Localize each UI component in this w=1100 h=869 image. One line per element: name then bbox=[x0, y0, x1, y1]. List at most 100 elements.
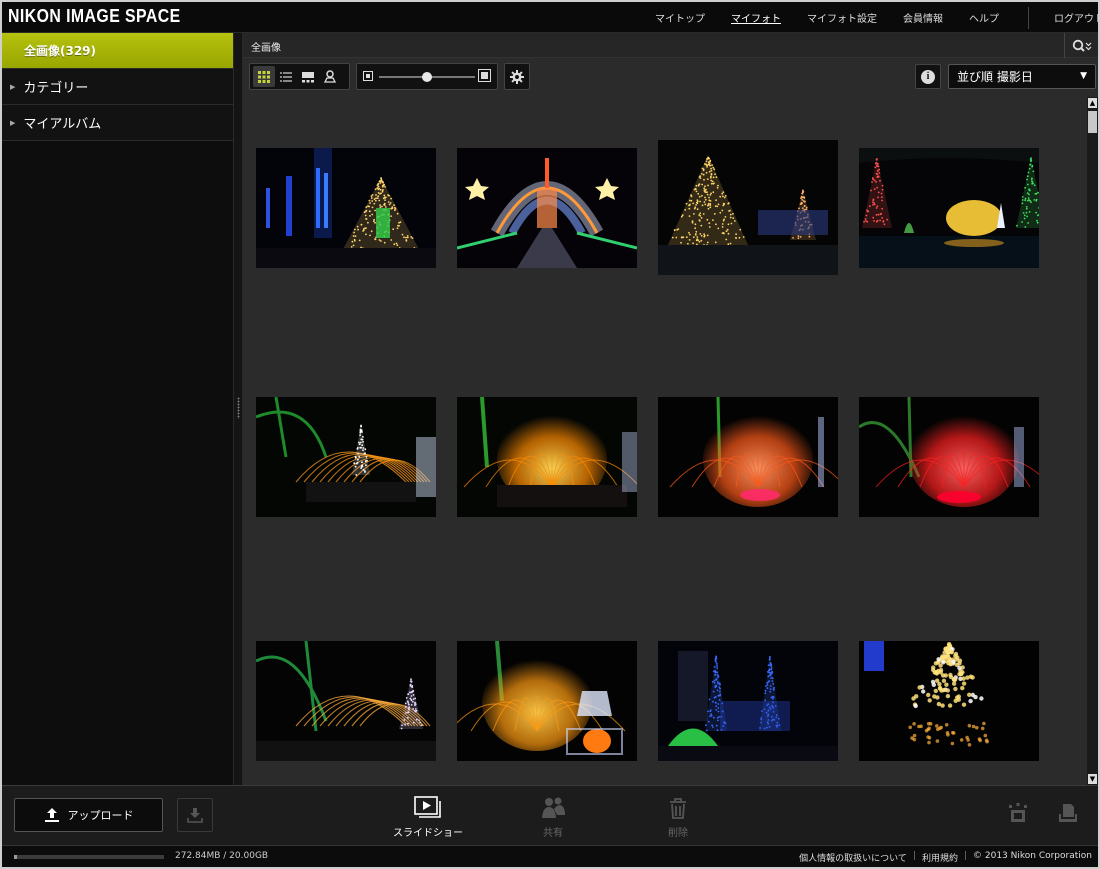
nav-my-top[interactable]: マイトップ bbox=[642, 10, 718, 25]
view-mode-group bbox=[249, 63, 350, 90]
map-view-button[interactable] bbox=[319, 66, 341, 87]
nav-member-info[interactable]: 会員情報 bbox=[890, 10, 956, 25]
nav-my-photo[interactable]: マイフォト bbox=[718, 10, 794, 25]
photo-bokeh-tree-reflection[interactable] bbox=[859, 641, 1039, 761]
sidebar-item-category[interactable]: ▶ カテゴリー bbox=[2, 69, 233, 105]
delete-button[interactable]: 削除 bbox=[643, 794, 713, 839]
share-icon bbox=[542, 797, 565, 818]
breadcrumb: 全画像 bbox=[251, 43, 281, 54]
sidebar-item-label: 全画像(329) bbox=[24, 44, 97, 58]
logout-link[interactable]: ログアウト bbox=[1041, 10, 1100, 25]
list-view-button[interactable] bbox=[275, 66, 297, 87]
share-button[interactable]: 共有 bbox=[518, 794, 588, 839]
upload-icon bbox=[44, 808, 59, 822]
sidebar-splitter[interactable] bbox=[233, 33, 243, 785]
small-thumbnail-icon bbox=[363, 71, 373, 81]
nav-divider bbox=[1028, 6, 1029, 29]
vertical-scrollbar[interactable]: ▲ ▼ bbox=[1087, 97, 1098, 785]
info-button[interactable]: i bbox=[915, 64, 941, 89]
sidebar-item-my-album[interactable]: ▶ マイアルバム bbox=[2, 105, 233, 141]
download-icon bbox=[187, 808, 203, 823]
photo-light-tunnel-stars[interactable] bbox=[457, 148, 637, 268]
photo-image bbox=[658, 641, 838, 761]
thumbnail-size-slider-group bbox=[356, 63, 498, 90]
scroll-down-arrow-icon[interactable]: ▼ bbox=[1088, 774, 1097, 784]
photo-fountain-orange-arcs[interactable] bbox=[256, 397, 436, 517]
sidebar-item-label: カテゴリー bbox=[23, 81, 89, 96]
filmstrip-view-icon bbox=[302, 71, 314, 82]
sidebar-item-all-images[interactable]: 全画像(329) bbox=[2, 33, 233, 69]
scroll-up-arrow-icon[interactable]: ▲ bbox=[1088, 98, 1097, 108]
photo-fountain-red-orange[interactable] bbox=[658, 397, 838, 517]
share-label: 共有 bbox=[543, 828, 563, 839]
photo-image bbox=[256, 397, 436, 517]
settings-button[interactable] bbox=[504, 63, 530, 90]
nav-my-photo-settings[interactable]: マイフォト設定 bbox=[794, 10, 890, 25]
slideshow-label: スライドショー bbox=[393, 828, 463, 839]
expand-triangle-icon: ▶ bbox=[10, 118, 16, 127]
sidebar-item-label: マイアルバム bbox=[23, 117, 102, 132]
top-navigation: マイトップ マイフォト マイフォト設定 会員情報 ヘルプ ログアウト bbox=[642, 2, 1100, 33]
storage-usage-bar bbox=[14, 855, 164, 859]
storage-usage-fill bbox=[14, 855, 17, 859]
action-bar: アップロード スライドショー 共有 削除 bbox=[2, 785, 1098, 845]
app-window: NIKON IMAGE SPACE マイトップ マイフォト マイフォト設定 会員… bbox=[0, 0, 1100, 869]
download-button[interactable] bbox=[177, 798, 213, 832]
right-tool-icons bbox=[1008, 802, 1078, 824]
select-all-icon[interactable] bbox=[1008, 802, 1028, 824]
photo-grid bbox=[243, 97, 1086, 785]
footer-links: 個人情報の取扱いについて | 利用規約 | © 2013 Nikon Corpo… bbox=[799, 851, 1092, 864]
drag-grip-icon bbox=[237, 397, 240, 419]
sort-order-label: 並び順 撮影日 bbox=[957, 70, 1033, 84]
terms-of-use-link[interactable]: 利用規約 bbox=[922, 851, 958, 864]
storage-usage-text: 272.84MB / 20.00GB bbox=[175, 851, 269, 861]
slider-knob[interactable] bbox=[422, 72, 432, 82]
expand-triangle-icon: ▶ bbox=[10, 82, 16, 91]
photo-fountain-orange-burst[interactable] bbox=[457, 397, 637, 517]
photo-image bbox=[658, 140, 838, 275]
slideshow-icon bbox=[414, 796, 441, 818]
photo-image bbox=[256, 641, 436, 761]
large-thumbnail-icon bbox=[478, 69, 491, 82]
privacy-policy-link[interactable]: 個人情報の取扱いについて bbox=[799, 851, 907, 864]
photo-image bbox=[859, 641, 1039, 761]
photo-image bbox=[457, 148, 637, 268]
nav-help[interactable]: ヘルプ bbox=[956, 10, 1012, 25]
trash-icon bbox=[670, 798, 686, 819]
sort-order-select[interactable]: 並び順 撮影日 ▼ bbox=[948, 64, 1096, 89]
copyright: © 2013 Nikon Corporation bbox=[973, 851, 1092, 861]
photo-blue-light-trees[interactable] bbox=[658, 641, 838, 761]
photo-illuminated-tree-night[interactable] bbox=[658, 140, 838, 275]
photo-image bbox=[457, 641, 637, 761]
delete-label: 削除 bbox=[668, 828, 688, 839]
photo-image bbox=[658, 397, 838, 517]
scrollbar-thumb[interactable] bbox=[1088, 111, 1097, 133]
grid-view-icon bbox=[258, 70, 270, 83]
logo[interactable]: NIKON IMAGE SPACE bbox=[8, 6, 181, 27]
upload-label: アップロード bbox=[67, 809, 134, 822]
photo-light-cones-fountain[interactable] bbox=[859, 148, 1039, 268]
dropdown-arrow-icon: ▼ bbox=[1080, 71, 1087, 81]
breadcrumb-bar: 全画像 bbox=[243, 33, 1098, 58]
sidebar: 全画像(329) ▶ カテゴリー ▶ マイアルバム bbox=[2, 33, 233, 785]
upload-button[interactable]: アップロード bbox=[14, 798, 163, 832]
order-print-icon[interactable] bbox=[1058, 802, 1078, 824]
photo-fountain-orange-reindeer[interactable] bbox=[457, 641, 637, 761]
info-icon: i bbox=[921, 69, 935, 84]
photo-image bbox=[859, 148, 1039, 268]
filmstrip-view-button[interactable] bbox=[297, 66, 319, 87]
header: NIKON IMAGE SPACE マイトップ マイフォト マイフォト設定 会員… bbox=[2, 2, 1100, 33]
photo-fountain-red[interactable] bbox=[859, 397, 1039, 517]
map-view-icon bbox=[324, 70, 336, 83]
main-panel: 全画像 i 並び順 撮影日 ▼ ▲ ▼ bbox=[243, 33, 1098, 785]
gear-icon bbox=[510, 69, 524, 84]
slideshow-button[interactable]: スライドショー bbox=[393, 794, 463, 839]
search-toggle-button[interactable] bbox=[1064, 33, 1098, 58]
grid-view-button[interactable] bbox=[253, 66, 275, 87]
toolbar: i 並び順 撮影日 ▼ bbox=[243, 63, 1098, 93]
photo-illuminated-tree-blue-tower[interactable] bbox=[256, 148, 436, 268]
photo-image bbox=[859, 397, 1039, 517]
footer: 272.84MB / 20.00GB 個人情報の取扱いについて | 利用規約 |… bbox=[2, 845, 1098, 867]
photo-image bbox=[256, 148, 436, 268]
photo-fountain-arcs-tree[interactable] bbox=[256, 641, 436, 761]
